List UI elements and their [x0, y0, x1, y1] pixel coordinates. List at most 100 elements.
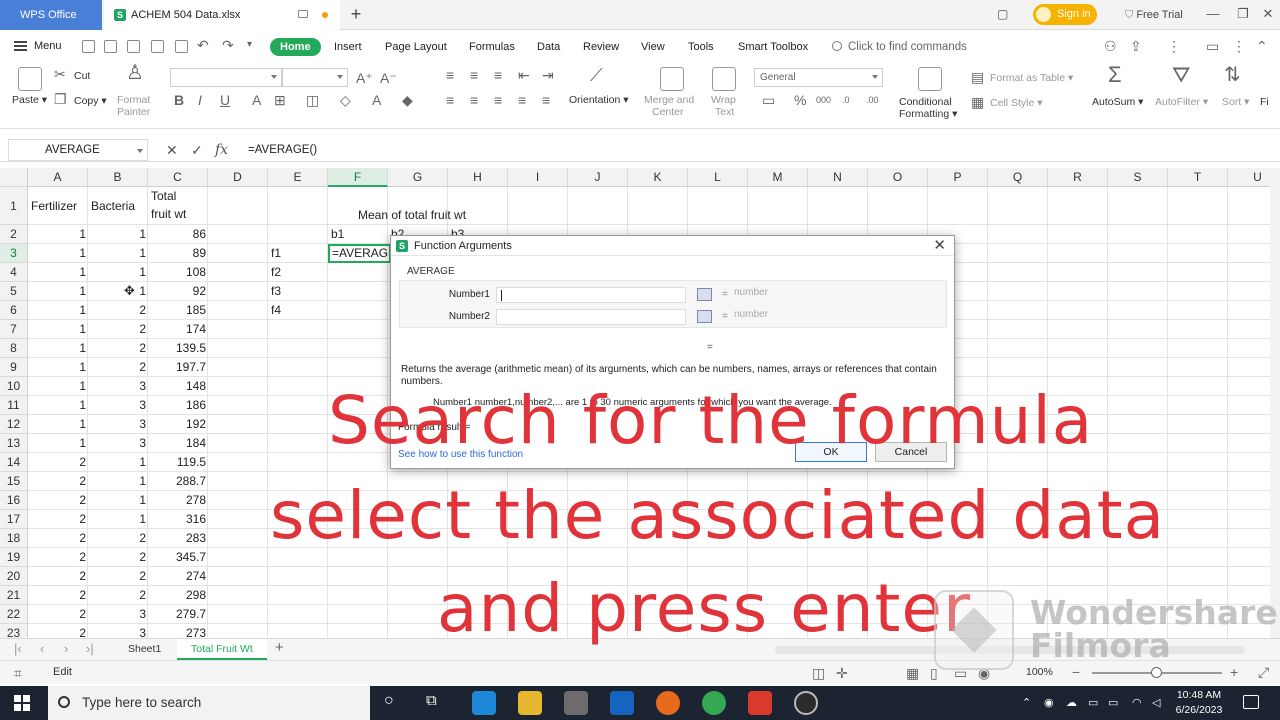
currency-icon[interactable]: ▭ — [762, 92, 775, 108]
column-header-i[interactable]: I — [508, 168, 568, 187]
main-menu-button[interactable]: Menu — [14, 38, 62, 54]
open-file-icon[interactable] — [104, 40, 117, 53]
tray-app-icon[interactable]: ◉ — [1044, 696, 1054, 710]
tray-chevron-icon[interactable]: ⌃ — [1022, 696, 1031, 710]
task-view-icon[interactable]: ⧉ — [426, 693, 437, 708]
more-toolbar-icon[interactable]: ⋮ — [1167, 38, 1181, 54]
vertical-scrollbar[interactable] — [1270, 168, 1280, 638]
column-header-d[interactable]: D — [208, 168, 268, 187]
range-picker-icon[interactable] — [697, 288, 712, 301]
system-clock[interactable]: 10:48 AM 6/26/2023 — [1172, 688, 1226, 718]
cell-c9[interactable]: 197.7 — [148, 358, 206, 376]
cell-a10[interactable]: 1 — [28, 377, 86, 395]
row-header-18[interactable]: 18 — [0, 529, 28, 548]
font-size-select[interactable] — [282, 68, 348, 87]
sort-button[interactable]: Sort ▾ — [1222, 96, 1249, 108]
zoom-in-icon[interactable]: + — [1230, 664, 1238, 680]
select-all-corner[interactable] — [0, 168, 28, 187]
row-header-9[interactable]: 9 — [0, 358, 28, 377]
align-middle-icon[interactable]: ≡ — [470, 67, 478, 83]
print-icon[interactable] — [151, 40, 164, 53]
cut-button[interactable]: Cut — [74, 70, 90, 82]
autofilter-button[interactable]: AutoFilter ▾ — [1155, 96, 1208, 108]
row-header-22[interactable]: 22 — [0, 605, 28, 624]
format-painter-icon[interactable]: ♙ — [126, 63, 144, 83]
cell-c14[interactable]: 119.5 — [148, 453, 206, 471]
normal-view-icon[interactable]: ▦ — [906, 665, 919, 681]
autofilter-icon[interactable]: ⛛ — [1172, 64, 1190, 86]
cell-a22[interactable]: 2 — [28, 605, 86, 623]
column-header-q[interactable]: Q — [988, 168, 1048, 187]
row-header-12[interactable]: 12 — [0, 415, 28, 434]
wrap-text-label-2[interactable]: Text — [715, 106, 734, 118]
indent-increase-icon[interactable]: ⇥ — [542, 67, 554, 83]
tab-data[interactable]: Data — [537, 38, 560, 56]
cell-c1-line1[interactable]: Total — [151, 187, 176, 205]
dialog-title-bar[interactable]: S Function Arguments ✕ — [391, 236, 954, 256]
cell-a2[interactable]: 1 — [28, 225, 86, 243]
cell-a9[interactable]: 1 — [28, 358, 86, 376]
align-top-icon[interactable]: ≡ — [446, 67, 454, 83]
row-header-21[interactable]: 21 — [0, 586, 28, 605]
tab-smart-toolbox[interactable]: Smart Toolbox — [738, 38, 808, 56]
row-header-8[interactable]: 8 — [0, 339, 28, 358]
volume-icon[interactable]: ◁ — [1152, 696, 1160, 710]
column-header-e[interactable]: E — [268, 168, 328, 187]
copy-icon[interactable]: ❐ — [54, 91, 67, 107]
tab-review[interactable]: Review — [583, 38, 619, 56]
new-file-icon[interactable] — [82, 40, 95, 53]
row-header-1[interactable]: 1 — [0, 187, 28, 225]
cell-a11[interactable]: 1 — [28, 396, 86, 414]
edge-icon[interactable] — [472, 691, 496, 715]
formula-input[interactable]: =AVERAGE() — [248, 141, 317, 159]
macro-icon[interactable]: ⌗ — [14, 665, 22, 681]
cell-e4[interactable]: f2 — [271, 263, 281, 281]
column-header-g[interactable]: G — [388, 168, 448, 187]
cell-c2[interactable]: 86 — [148, 225, 206, 243]
column-header-j[interactable]: J — [568, 168, 628, 187]
cell-a8[interactable]: 1 — [28, 339, 86, 357]
new-tab-button[interactable]: + — [346, 4, 366, 24]
copy-button[interactable]: Copy ▾ — [74, 95, 107, 107]
conditional-formatting-icon[interactable] — [918, 67, 942, 91]
thousands-icon[interactable]: 000 — [816, 92, 831, 108]
cell-e6[interactable]: f4 — [271, 301, 281, 319]
save-icon[interactable] — [127, 40, 140, 53]
page-break-view-icon[interactable]: ▯ — [930, 665, 938, 681]
minimize-button[interactable]: — — [1203, 4, 1223, 24]
cell-a13[interactable]: 1 — [28, 434, 86, 452]
cell-a6[interactable]: 1 — [28, 301, 86, 319]
file-explorer-icon[interactable] — [518, 691, 542, 715]
row-header-7[interactable]: 7 — [0, 320, 28, 339]
indent-decrease-icon[interactable]: ⇤ — [518, 67, 530, 83]
cell-a15[interactable]: 2 — [28, 472, 86, 490]
column-header-l[interactable]: L — [688, 168, 748, 187]
cell-c8[interactable]: 139.5 — [148, 339, 206, 357]
font-color-icon[interactable]: A — [372, 92, 381, 108]
cell-c5[interactable]: 92 — [148, 282, 206, 300]
cell-b7[interactable]: 2 — [88, 320, 146, 338]
cell-c10[interactable]: 148 — [148, 377, 206, 395]
cell-b6[interactable]: 2 — [88, 301, 146, 319]
cell-c6[interactable]: 185 — [148, 301, 206, 319]
row-header-16[interactable]: 16 — [0, 491, 28, 510]
cell-a14[interactable]: 2 — [28, 453, 86, 471]
cell-a16[interactable]: 2 — [28, 491, 86, 509]
cancel-formula-icon[interactable]: ✕ — [166, 141, 178, 159]
cell-b1[interactable]: Bacteria — [91, 197, 135, 215]
underline-icon[interactable]: U — [220, 92, 230, 108]
cell-c1-line2[interactable]: fruit wt — [151, 205, 186, 223]
font-name-select[interactable] — [170, 68, 282, 87]
cell-b5[interactable]: 1 — [88, 282, 146, 300]
wrap-text-icon[interactable] — [712, 67, 736, 91]
cell-a7[interactable]: 1 — [28, 320, 86, 338]
row-header-4[interactable]: 4 — [0, 263, 28, 282]
cell-c18[interactable]: 283 — [148, 529, 206, 547]
cell-c13[interactable]: 184 — [148, 434, 206, 452]
onedrive-icon[interactable]: ☁ — [1066, 696, 1077, 710]
cell-a4[interactable]: 1 — [28, 263, 86, 281]
cell-b20[interactable]: 2 — [88, 567, 146, 585]
column-header-c[interactable]: C — [148, 168, 208, 187]
cell-a21[interactable]: 2 — [28, 586, 86, 604]
column-header-a[interactable]: A — [28, 168, 88, 187]
